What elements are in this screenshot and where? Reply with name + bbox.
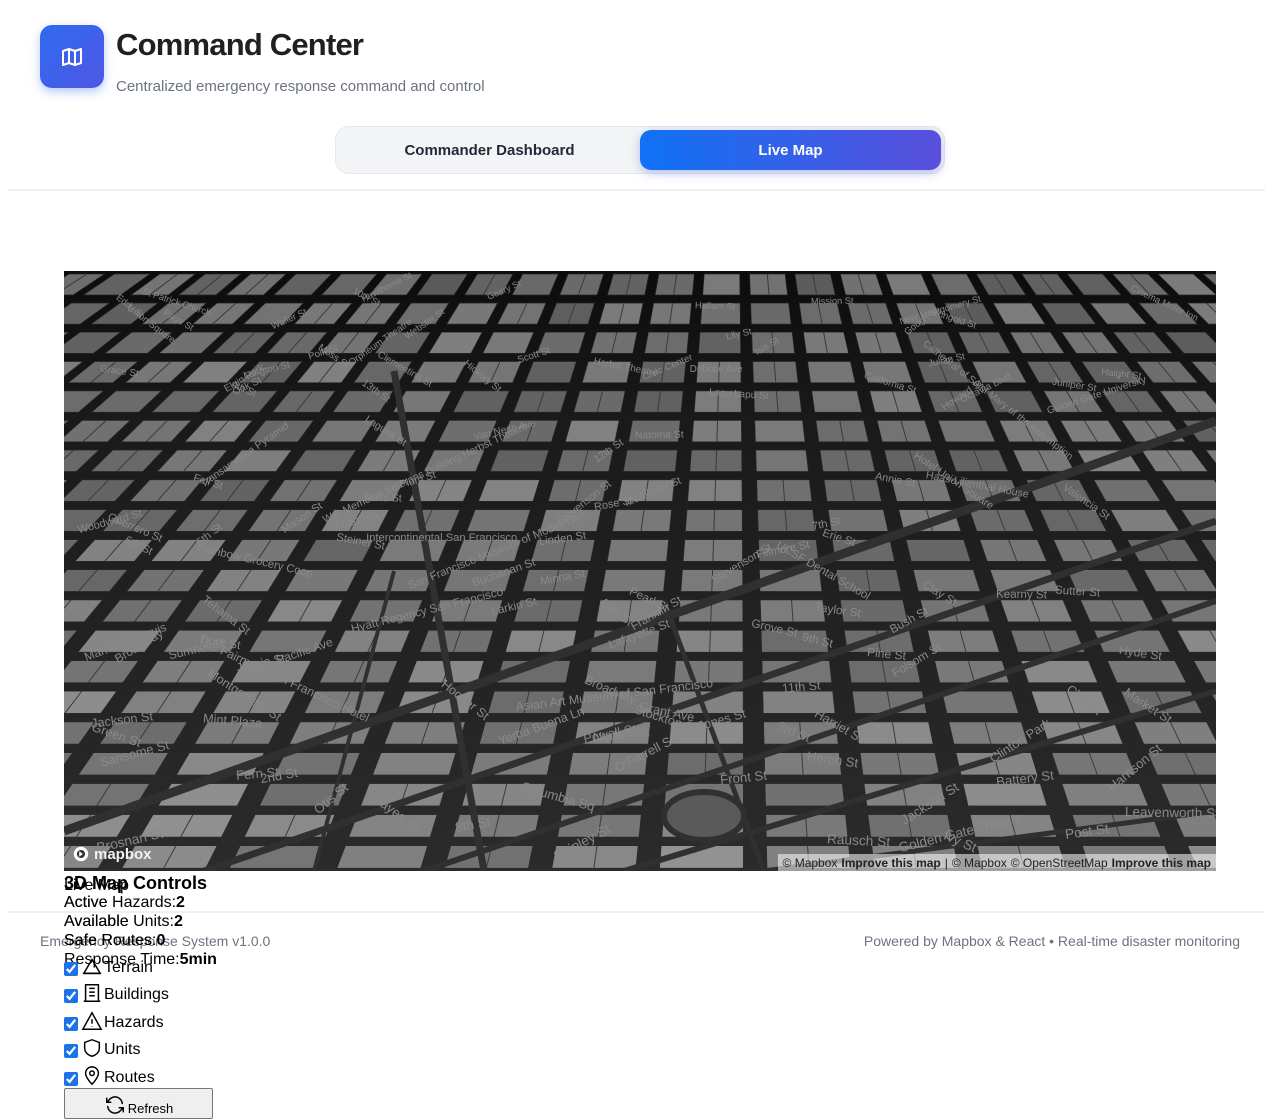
refresh-label: Refresh (127, 1101, 174, 1116)
terrain-checkbox[interactable] (64, 962, 78, 976)
building-icon (83, 984, 101, 1002)
units-checkbox[interactable] (64, 1044, 78, 1058)
attribution-osm[interactable]: © OpenStreetMap (1011, 856, 1108, 870)
map-street-label: Hallam St (694, 300, 736, 312)
improve-map-link-2[interactable]: Improve this map (1112, 856, 1211, 870)
map-pin-icon (84, 1066, 100, 1086)
stat-value: 2 (176, 894, 185, 911)
refresh-icon (105, 1096, 124, 1114)
live-map[interactable]: Broadway Jackson St Clay St Steiner St Jacks… (64, 271, 1216, 871)
map-street-label: Leavenworth St (1125, 804, 1216, 821)
map-street-label: Duboce Ave (689, 363, 743, 375)
app-header: Command Center Centralized emergency res… (40, 25, 485, 95)
refresh-button[interactable]: Refresh (64, 1088, 213, 1119)
map-attribution: © Mapbox Improve this map | © Mapbox © O… (777, 854, 1216, 871)
hazards-checkbox[interactable] (64, 1017, 78, 1031)
layer-toggle-units[interactable]: Units (64, 1037, 140, 1059)
footer-divider (8, 911, 1265, 913)
attribution-mapbox[interactable]: © Mapbox (783, 856, 838, 870)
stat-value: 0 (156, 932, 166, 949)
map-street-label: Mission St (810, 295, 854, 307)
layer-toggle-terrain[interactable]: Terrain (64, 955, 153, 977)
page-subtitle: Centralized emergency response command a… (116, 78, 485, 95)
shield-icon (83, 1038, 101, 1058)
mapbox-logo-icon (73, 846, 89, 862)
map-icon (40, 25, 104, 88)
stat-value: 5min (179, 951, 217, 968)
attribution-mapbox-2[interactable]: © Mapbox (952, 856, 1007, 870)
map-street-label: Natoma St (634, 429, 684, 442)
mapbox-logo[interactable]: mapbox (72, 845, 152, 863)
layer-label: Units (104, 1041, 141, 1058)
warning-icon (81, 1011, 103, 1030)
buildings-checkbox[interactable] (64, 989, 78, 1003)
view-tabs: Commander Dashboard Live Map (335, 126, 945, 174)
header-divider (8, 189, 1265, 191)
map-street-label: Russ St (364, 491, 403, 506)
ghost-label-safe-routes: Safe Routes (64, 932, 153, 949)
map-street-label: Kearny St (995, 587, 1047, 602)
layer-label: Hazards (104, 1014, 164, 1031)
layer-label: Buildings (104, 986, 169, 1003)
roundabout (661, 789, 747, 843)
attribution-separator: | (944, 855, 948, 870)
layer-toggle-hazards[interactable]: Hazards (64, 1010, 164, 1032)
map-street-label: Intercontinental San Francisco (366, 532, 518, 545)
mapbox-logo-text: mapbox (94, 845, 152, 863)
ghost-label-active: Active (64, 894, 108, 911)
layer-label: Routes (104, 1069, 155, 1086)
layer-toggle-routes[interactable]: Routes (64, 1065, 155, 1087)
terrain-icon (82, 958, 102, 975)
routes-checkbox[interactable] (64, 1072, 78, 1086)
footer-powered-by: Powered by Mapbox & React • Real-time di… (863, 933, 1240, 949)
layer-toggle-buildings[interactable]: Buildings (64, 982, 169, 1004)
tab-commander-dashboard[interactable]: Commander Dashboard (339, 130, 640, 170)
page-title: Command Center (116, 27, 364, 62)
stat-value: 2 (173, 913, 183, 930)
ghost-label-available: Available (64, 913, 129, 930)
layer-label: Terrain (104, 959, 153, 976)
improve-map-link[interactable]: Improve this map (841, 856, 940, 870)
tab-live-map[interactable]: Live Map (640, 130, 941, 170)
